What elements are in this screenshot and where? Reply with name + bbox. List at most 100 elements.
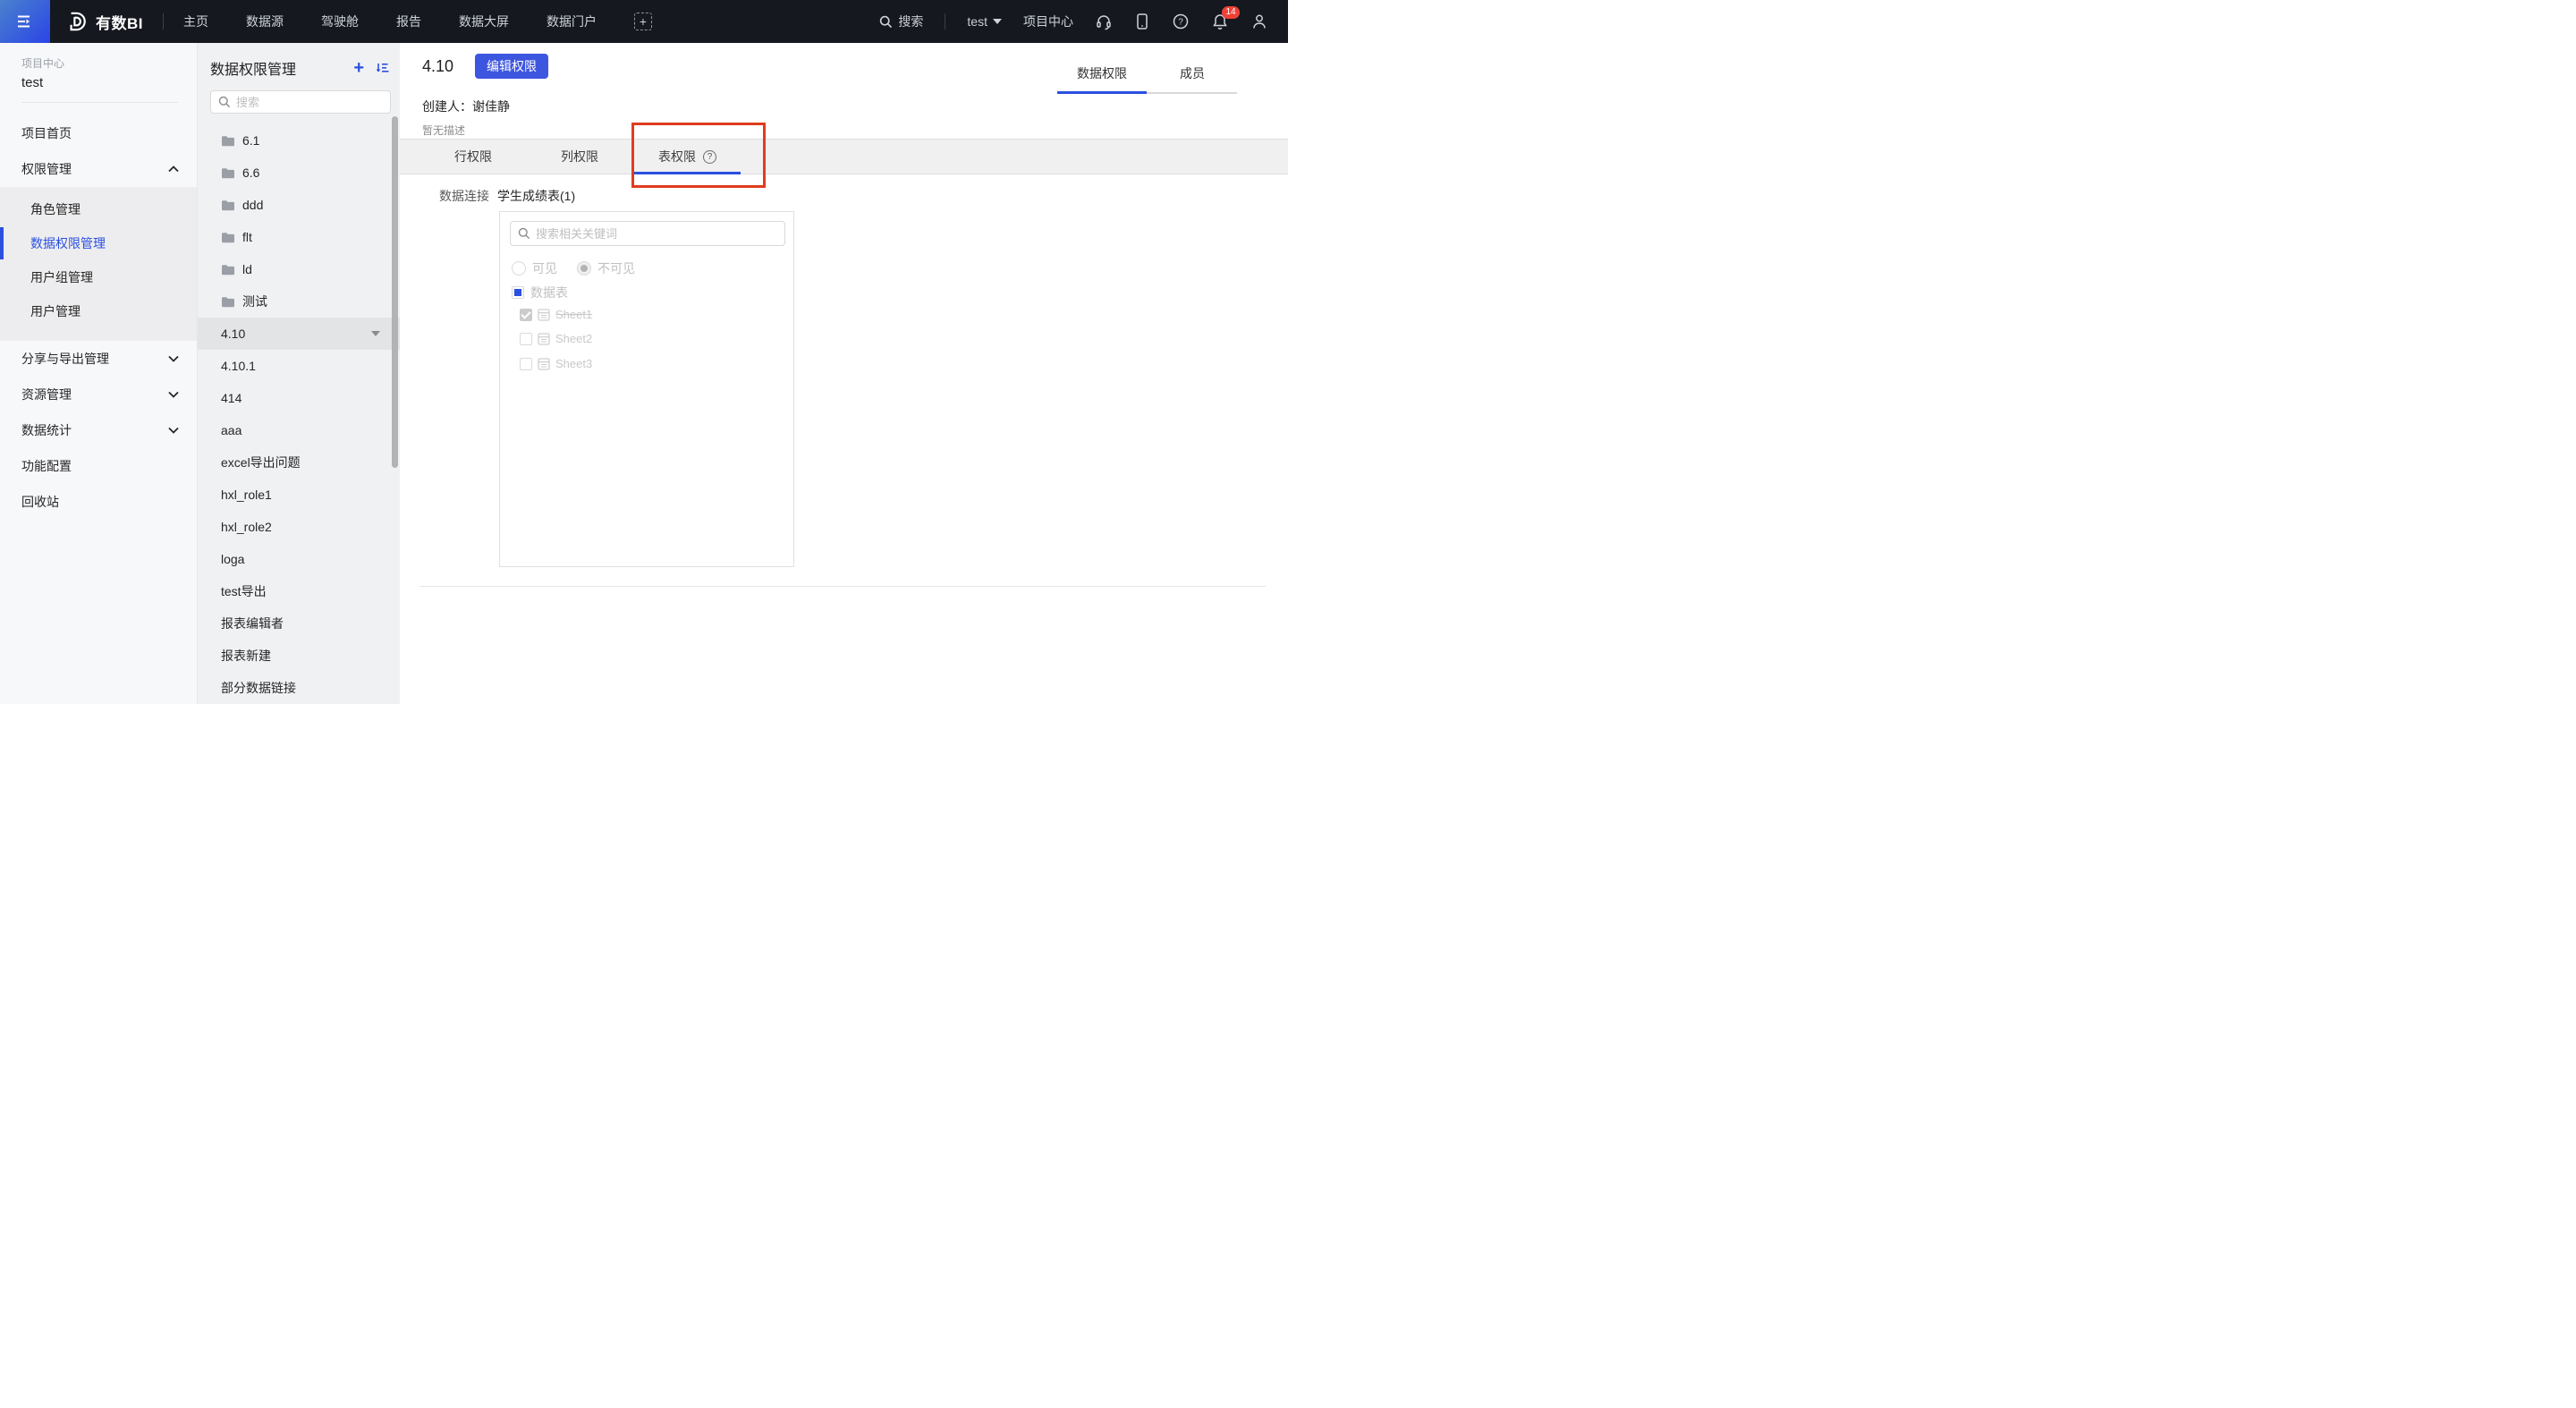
role-row[interactable]: 部分数据链接	[198, 672, 400, 704]
app-brand[interactable]: 有数BI	[64, 10, 143, 33]
section-divider	[419, 586, 1266, 587]
nav-dashboard[interactable]: 数据大屏	[459, 13, 509, 30]
folder-row[interactable]: 6.6	[198, 157, 400, 189]
role-row[interactable]: 4.10.1	[198, 350, 400, 382]
table-permission-panel: 可见 不可见 数据表 Sheet1	[499, 211, 794, 567]
sidebar-item-permission-management[interactable]: 权限管理	[0, 151, 197, 187]
folder-row[interactable]: ld	[198, 253, 400, 285]
sort-button[interactable]	[375, 61, 389, 75]
chevron-down-icon	[168, 391, 179, 398]
role-row[interactable]: aaa	[198, 414, 400, 446]
keyword-search-input[interactable]	[536, 227, 777, 241]
sidebar-item-label: 分享与导出管理	[21, 350, 109, 368]
role-row[interactable]: 报表新建	[198, 640, 400, 672]
folder-row[interactable]: flt	[198, 221, 400, 253]
creator-line: 创建人：谢佳静	[422, 98, 510, 115]
role-row[interactable]: hxl_role1	[198, 479, 400, 511]
edit-permission-button[interactable]: 编辑权限	[475, 54, 548, 79]
sidebar-menu: 项目首页 权限管理 角色管理 数据权限管理 用户组管理	[0, 115, 197, 520]
checkbox-unchecked-icon[interactable]	[520, 333, 532, 345]
sidebar-item-feature-config[interactable]: 功能配置	[0, 448, 197, 484]
support-button[interactable]	[1095, 13, 1113, 30]
tab-row-permission[interactable]: 行权限	[454, 140, 492, 174]
role-row[interactable]: loga	[198, 543, 400, 575]
folder-icon	[221, 199, 235, 211]
folder-row[interactable]: 测试	[198, 285, 400, 318]
youshu-bi-logo-icon	[64, 10, 88, 33]
sidebar-item-label: 数据权限管理	[30, 234, 106, 252]
chevron-down-icon[interactable]	[371, 331, 380, 336]
sidebar-item-label: 权限管理	[21, 160, 72, 178]
radio-label: 可见	[532, 259, 557, 277]
topbar-divider	[163, 13, 164, 30]
global-search-button[interactable]: 搜索	[879, 13, 923, 30]
role-name: 414	[221, 391, 242, 405]
sidebar-item-label: 用户管理	[30, 302, 80, 320]
checkbox-checked-icon[interactable]	[520, 309, 532, 321]
role-row[interactable]: 414	[198, 382, 400, 414]
sidebar-item-project-home[interactable]: 项目首页	[0, 115, 197, 151]
radio-circle-icon	[577, 261, 591, 276]
sidebar-item-label: 用户组管理	[30, 268, 93, 286]
help-button[interactable]: ?	[1172, 13, 1190, 30]
sidebar-item-role-management[interactable]: 角色管理	[0, 192, 197, 226]
sidebar-item-usergroup-management[interactable]: 用户组管理	[0, 260, 197, 294]
mobile-app-button[interactable]	[1134, 13, 1150, 30]
permission-search-input[interactable]	[236, 96, 383, 109]
sidebar-item-data-permission-management[interactable]: 数据权限管理	[0, 226, 197, 260]
sidebar-toggle-button[interactable]	[0, 0, 50, 43]
nav-report[interactable]: 报告	[396, 13, 421, 30]
role-name: excel导出问题	[221, 454, 301, 471]
folder-icon	[221, 264, 235, 276]
notification-badge: 14	[1222, 6, 1240, 19]
role-row-selected[interactable]: 4.10	[198, 318, 400, 350]
role-name: 4.10.1	[221, 359, 256, 373]
tree-node-datatable[interactable]: 数据表	[512, 284, 568, 301]
folder-row[interactable]: 6.1	[198, 124, 400, 157]
sidebar-project-name[interactable]: test	[21, 75, 175, 90]
tree-node-sheet1[interactable]: Sheet1	[520, 308, 592, 321]
role-row[interactable]: hxl_role2	[198, 511, 400, 543]
connection-value[interactable]: 学生成绩表(1)	[497, 187, 575, 205]
add-permission-button[interactable]: +	[353, 60, 364, 76]
radio-invisible[interactable]: 不可见	[577, 259, 635, 277]
role-row[interactable]: excel导出问题	[198, 446, 400, 479]
sidebar-item-resource-management[interactable]: 资源管理	[0, 377, 197, 412]
nav-datasource[interactable]: 数据源	[246, 13, 284, 30]
checkbox-indeterminate-icon[interactable]	[512, 286, 524, 299]
role-row[interactable]: 报表编辑者	[198, 607, 400, 640]
tree-node-sheet2[interactable]: Sheet2	[520, 332, 592, 345]
checkbox-unchecked-icon[interactable]	[520, 358, 532, 370]
search-icon	[518, 227, 530, 240]
add-module-button[interactable]: +	[634, 13, 652, 30]
sidebar-item-data-statistics[interactable]: 数据统计	[0, 412, 197, 448]
notifications-button[interactable]: 14	[1211, 13, 1229, 30]
radio-visible[interactable]: 可见	[512, 259, 557, 277]
scrollbar-thumb[interactable]	[392, 116, 398, 468]
sidebar-item-share-export[interactable]: 分享与导出管理	[0, 341, 197, 377]
account-button[interactable]	[1250, 13, 1268, 30]
workspace-switcher[interactable]: test	[967, 14, 1002, 29]
tab-column-permission[interactable]: 列权限	[561, 140, 598, 174]
role-name: 报表编辑者	[221, 615, 284, 632]
tab-table-permission[interactable]: 表权限 ?	[658, 140, 716, 174]
sidebar-item-user-management[interactable]: 用户管理	[0, 294, 197, 328]
sidebar-item-label: 数据统计	[21, 421, 72, 439]
project-center-link[interactable]: 项目中心	[1023, 13, 1073, 30]
app-title: 有数BI	[96, 11, 143, 33]
nav-cockpit[interactable]: 驾驶舱	[321, 13, 359, 30]
nav-home[interactable]: 主页	[183, 13, 208, 30]
sheet-name: Sheet3	[555, 357, 592, 370]
top-navbar: 有数BI 主页 数据源 驾驶舱 报告 数据大屏 数据门户 + 搜索 test 项…	[0, 0, 1288, 43]
nav-dataportal[interactable]: 数据门户	[547, 13, 597, 30]
tab-data-permission[interactable]: 数据权限	[1057, 55, 1147, 91]
tree-node-sheet3[interactable]: Sheet3	[520, 357, 592, 370]
help-icon[interactable]: ?	[703, 150, 716, 164]
folder-row[interactable]: ddd	[198, 189, 400, 221]
role-row[interactable]: test导出	[198, 575, 400, 607]
folder-icon	[221, 296, 235, 308]
permission-search-box	[210, 90, 391, 114]
sidebar-item-recycle-bin[interactable]: 回收站	[0, 484, 197, 520]
sidebar-divider	[21, 102, 178, 103]
tab-members[interactable]: 成员	[1148, 55, 1237, 91]
